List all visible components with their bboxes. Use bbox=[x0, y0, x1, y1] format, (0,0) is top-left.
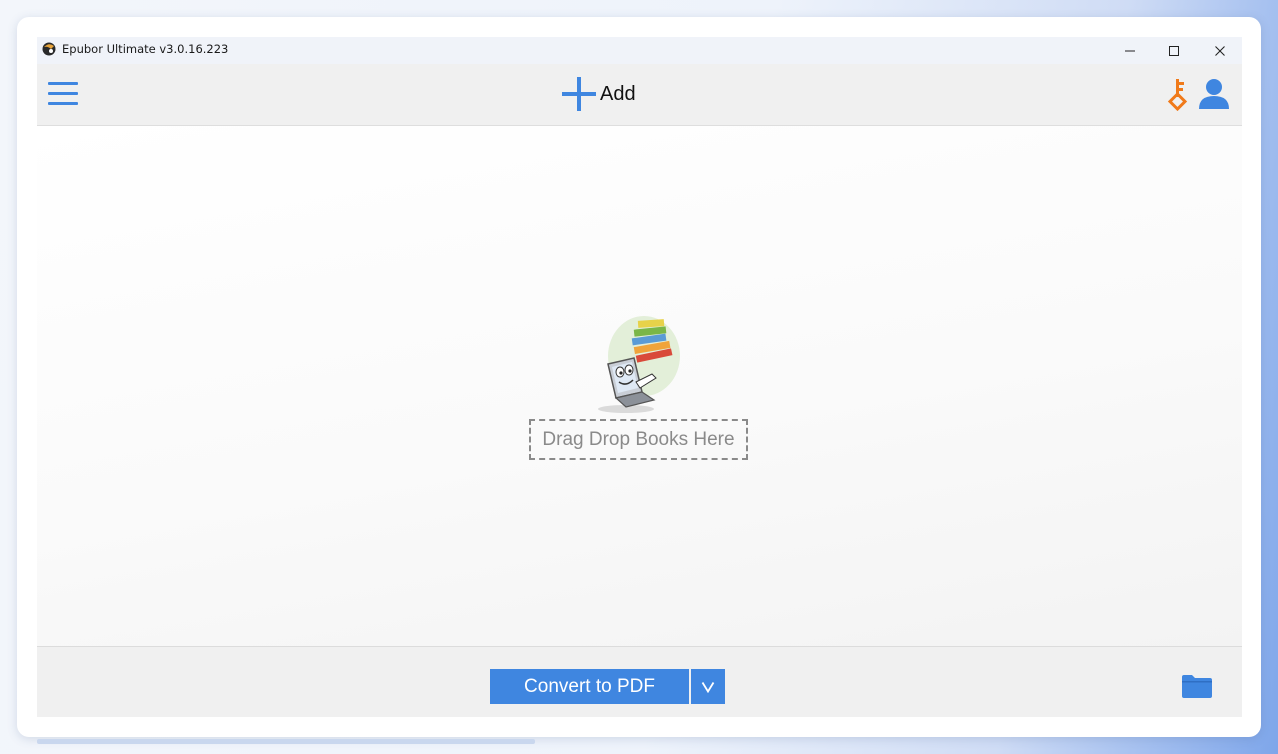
key-icon[interactable] bbox=[1167, 77, 1189, 111]
minimize-button[interactable] bbox=[1107, 37, 1153, 64]
convert-format-dropdown[interactable] bbox=[691, 669, 725, 704]
add-button[interactable]: Add bbox=[561, 76, 636, 112]
close-button[interactable] bbox=[1197, 37, 1242, 64]
folder-icon[interactable] bbox=[1181, 673, 1213, 699]
maximize-button[interactable] bbox=[1151, 37, 1197, 64]
app-window: Epubor Ultimate v3.0.16.223 Add Drag Dro… bbox=[37, 37, 1242, 717]
convert-button[interactable]: Convert to PDF bbox=[490, 669, 689, 704]
main-toolbar: Add bbox=[37, 64, 1242, 126]
plus-icon bbox=[562, 77, 596, 111]
bottom-bar: Convert to PDF bbox=[37, 646, 1242, 717]
maximize-icon bbox=[1169, 45, 1179, 56]
user-icon[interactable] bbox=[1197, 77, 1231, 111]
scroll-hint-bar bbox=[37, 739, 535, 744]
hamburger-menu-icon[interactable] bbox=[47, 79, 79, 109]
drop-zone-label: Drag Drop Books Here bbox=[529, 419, 748, 460]
close-icon bbox=[1215, 45, 1225, 56]
drop-zone[interactable]: Drag Drop Books Here bbox=[37, 126, 1242, 646]
chevron-down-icon bbox=[701, 681, 715, 693]
minimize-icon bbox=[1125, 50, 1135, 51]
title-bar[interactable]: Epubor Ultimate v3.0.16.223 bbox=[37, 37, 1242, 64]
app-logo-icon bbox=[42, 42, 56, 56]
add-label: Add bbox=[600, 82, 636, 105]
window-title: Epubor Ultimate v3.0.16.223 bbox=[62, 42, 229, 56]
laptop-with-books-illustration bbox=[598, 316, 680, 413]
